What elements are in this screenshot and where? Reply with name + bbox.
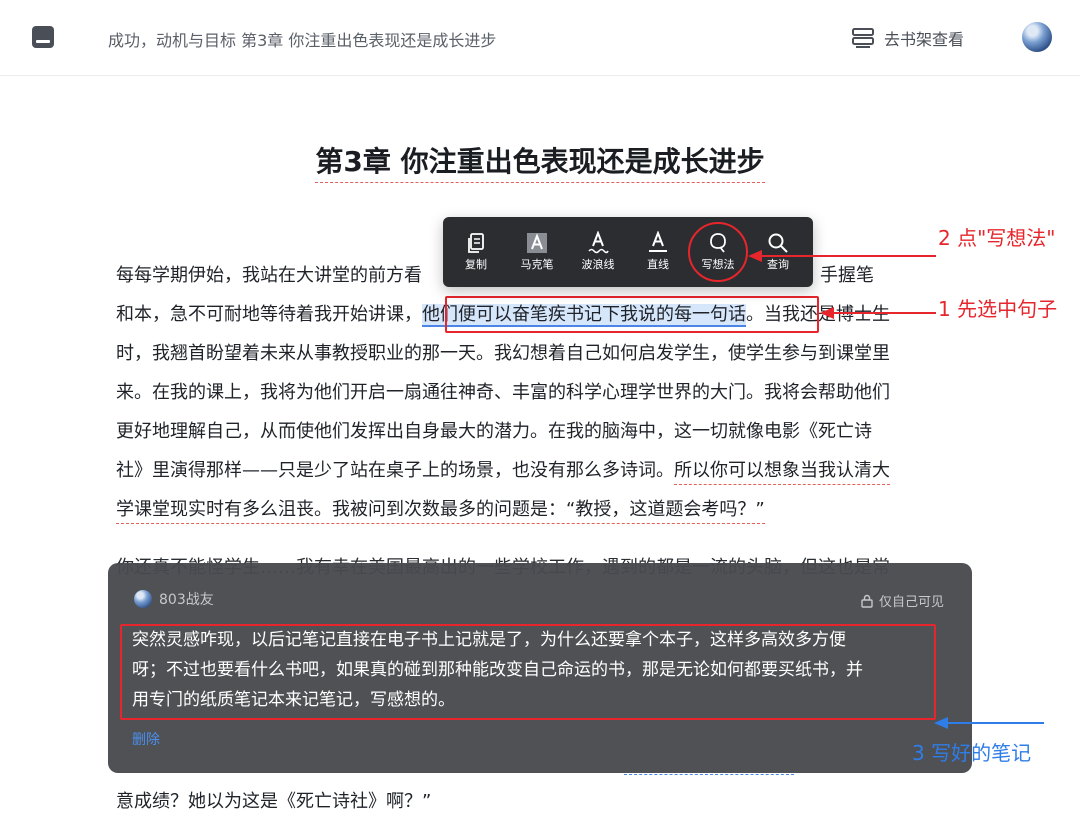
- write-thought-highlight-ring: [688, 222, 748, 282]
- bookshelf-label: 去书架查看: [884, 30, 965, 49]
- text-segment: 和本，急不可耐地等待着我开始讲课，: [116, 304, 422, 325]
- marker-label: 马克笔: [520, 258, 554, 271]
- copy-icon: [468, 233, 484, 253]
- text-segment: 社》里演得那样——只是少了站在桌子上的场景，也没有那么多诗词。: [116, 460, 674, 481]
- lock-icon: [861, 594, 873, 608]
- text-line: 来。在我的课上，我将为他们开启一扇通往神奇、丰富的科学心理学世界的大门。我将会帮…: [116, 382, 890, 403]
- annotation-step2: 2 点"写想法": [938, 226, 1056, 250]
- chapter-title: 第3章 你注重出色表现还是成长进步: [0, 140, 1080, 183]
- text-segment: 每每学期伊始，我站在大讲堂的前方看: [116, 265, 422, 286]
- author-avatar: [134, 590, 152, 608]
- text-line: 时，我翘首盼望着未来从事教授职业的那一天。我幻想着自己如何启发学生，使学生参与到…: [116, 343, 890, 364]
- delete-note-button[interactable]: 删除: [132, 729, 160, 749]
- wavy-line-label: 波浪线: [581, 258, 615, 271]
- privacy-label: 仅自己可见: [878, 595, 944, 610]
- text-line: 意成绩？她以为这是《死亡诗社》啊？”: [116, 791, 432, 812]
- wavy-line-icon: [588, 231, 609, 254]
- breadcrumb: 成功，动机与目标 第3章 你注重出色表现还是成长进步: [108, 31, 497, 50]
- underlined-segment[interactable]: 所以你可以想象当我认清大: [674, 460, 890, 485]
- note-author: 803战友: [134, 589, 214, 609]
- text-line: 更好地理解自己，从而使他们发挥出自身最大的潜力。在我的脑海中，这一切就像电影《死…: [116, 421, 872, 442]
- selection-highlight-box: [445, 296, 819, 333]
- arrow-step2-icon: [748, 250, 936, 262]
- author-name: 803战友: [159, 592, 214, 608]
- text-line: 学课堂现实时有多么沮丧。我被问到次数最多的问题是：“教授，这道题会考吗？”: [116, 490, 966, 529]
- book-menu-icon[interactable]: [32, 26, 54, 48]
- copy-label: 复制: [465, 258, 487, 271]
- paragraph-2-end: 意成绩？她以为这是《死亡诗社》啊？”: [116, 782, 966, 821]
- bookshelf-icon: [852, 28, 874, 48]
- straight-line-icon: [649, 231, 667, 252]
- straight-line-button[interactable]: 直线: [631, 231, 685, 273]
- straight-line-label: 直线: [647, 258, 669, 271]
- note-highlight-box: [120, 624, 936, 720]
- wavy-line-button[interactable]: 波浪线: [571, 231, 625, 273]
- copy-button[interactable]: 复制: [449, 231, 503, 273]
- avatar[interactable]: [1022, 22, 1052, 52]
- annotation-step1: 1 先选中句子: [938, 297, 1058, 321]
- underlined-segment[interactable]: 学课堂现实时有多么沮丧。我被问到次数最多的问题是：“教授，这道题会考吗？”: [116, 499, 765, 524]
- go-to-bookshelf-button[interactable]: 去书架查看: [850, 24, 964, 52]
- marker-icon: [527, 233, 547, 253]
- arrow-step1-icon: [820, 307, 936, 319]
- marker-button[interactable]: 马克笔: [510, 231, 564, 273]
- top-bar: 成功，动机与目标 第3章 你注重出色表现还是成长进步 去书架查看: [0, 0, 1080, 76]
- note-panel: 803战友 仅自己可见 突然灵感咋现，以后记笔记直接在电子书上记就是了，为什么还…: [108, 563, 972, 773]
- arrow-step3-icon: [934, 717, 1044, 729]
- annotation-step3: 3 写好的笔记: [912, 741, 1032, 765]
- underline-hint: [624, 773, 794, 775]
- chapter-title-text: 第3章 你注重出色表现还是成长进步: [315, 145, 765, 183]
- privacy-status: 仅自己可见: [861, 591, 944, 610]
- text-line: 社》里演得那样——只是少了站在桌子上的场景，也没有那么多诗词。所以你可以想象当我…: [116, 451, 966, 490]
